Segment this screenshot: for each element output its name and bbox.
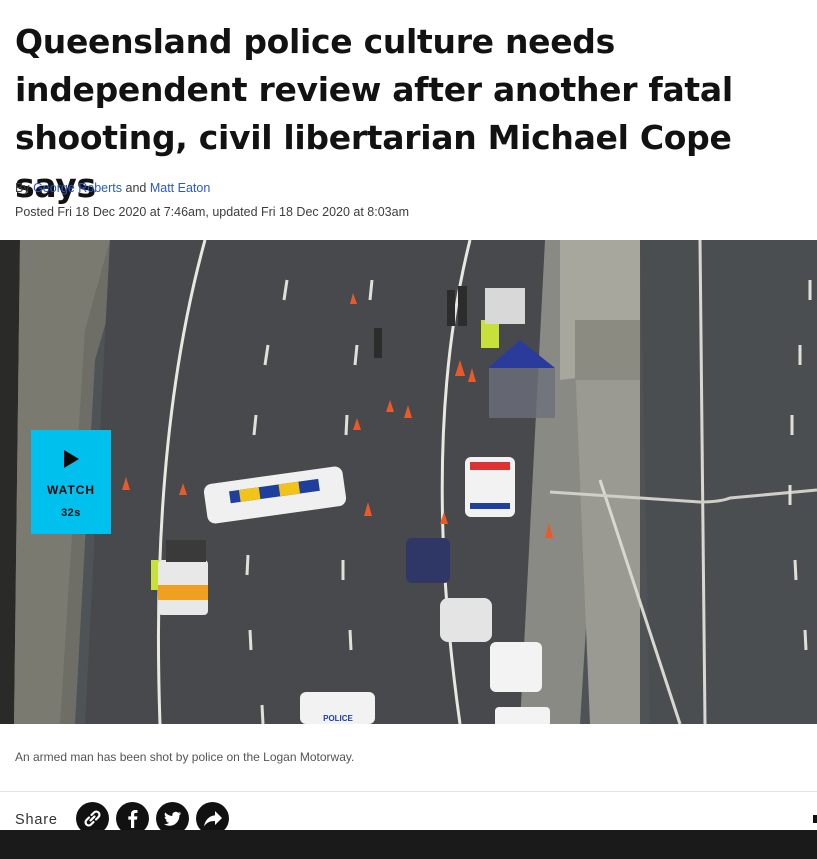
video-duration: 32s xyxy=(61,507,81,519)
scroll-indicator xyxy=(813,815,817,823)
author-link-matt-eaton[interactable]: Matt Eaton xyxy=(150,181,210,195)
author-link-george-roberts[interactable]: George Roberts xyxy=(33,181,122,195)
play-icon xyxy=(64,450,79,468)
byline-and: and xyxy=(125,181,147,195)
bottom-bar xyxy=(0,830,817,859)
share-label: Share xyxy=(15,812,58,828)
dateline: Posted Fri 18 Dec 2020 at 7:46am, update… xyxy=(15,205,409,219)
divider xyxy=(0,791,817,792)
hero-video-still[interactable]: POLICE WATCH 32s xyxy=(0,240,817,724)
byline: By George Roberts and Matt Eaton xyxy=(15,181,210,195)
watch-video-button[interactable]: WATCH 32s xyxy=(31,430,111,534)
motorway-aerial-image: POLICE xyxy=(0,240,817,724)
image-caption: An armed man has been shot by police on … xyxy=(15,750,355,764)
watch-label: WATCH xyxy=(46,483,96,497)
police-vehicle-text: POLICE xyxy=(323,714,353,723)
byline-prefix: By xyxy=(15,181,30,195)
